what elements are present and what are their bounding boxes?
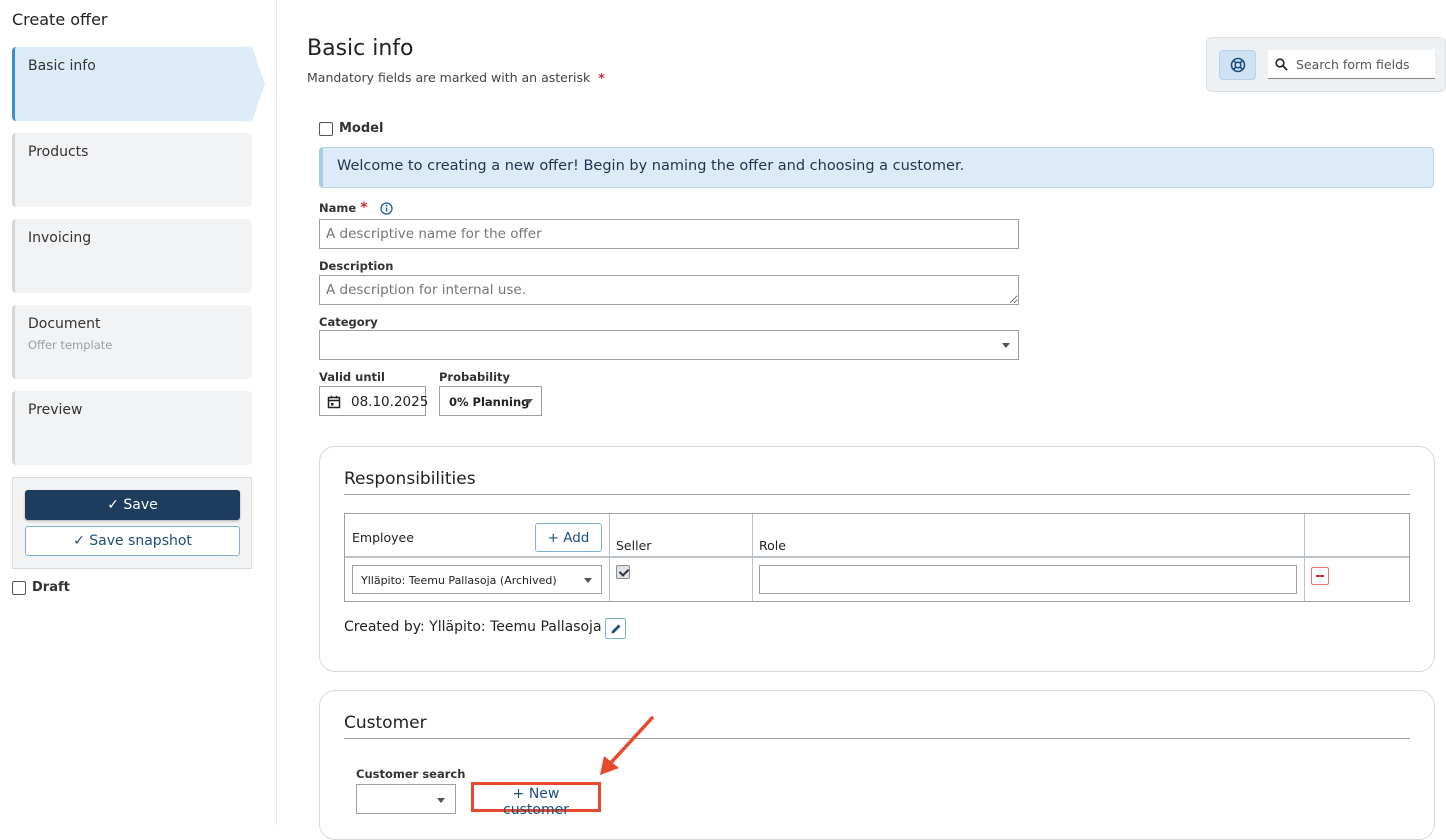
step-products[interactable]: Products [12, 133, 252, 207]
chevron-down-icon [584, 578, 592, 583]
page-heading: Create offer [12, 10, 108, 29]
pencil-icon [611, 624, 621, 634]
valid-until-value: 08.10.2025 [351, 394, 429, 410]
valid-until-field[interactable]: 08.10.2025 [319, 386, 429, 416]
step-document[interactable]: Document Offer template [12, 305, 252, 379]
step-label: Preview [28, 402, 83, 418]
lifebuoy-icon [1230, 57, 1246, 73]
step-label: Basic info [28, 58, 96, 74]
chevron-down-icon [525, 399, 533, 404]
draft-checkbox[interactable] [12, 580, 26, 595]
model-toggle[interactable]: Model [319, 121, 383, 136]
save-snapshot-button[interactable]: ✓ Save snapshot [25, 526, 240, 556]
chevron-down-icon [437, 798, 445, 803]
role-input[interactable] [759, 565, 1297, 594]
customer-card: Customer Customer search + New customer [319, 690, 1435, 840]
annotation-arrow-icon [600, 716, 654, 775]
step-label: Invoicing [28, 230, 92, 246]
step-basic-info[interactable]: Basic info [12, 47, 265, 121]
mandatory-text: Mandatory fields are marked with an aste… [307, 70, 591, 85]
valid-until-label: Valid until [319, 370, 385, 384]
description-label: Description [319, 259, 394, 273]
new-customer-button[interactable]: + New customer [471, 782, 601, 818]
save-panel: ✓ Save ✓ Save snapshot [12, 477, 252, 569]
save-button[interactable]: ✓ Save [25, 490, 240, 520]
name-field[interactable] [319, 219, 1019, 249]
search-input[interactable] [1294, 54, 1429, 74]
employee-select[interactable]: Ylläpito: Teemu Pallasoja (Archived) [352, 565, 602, 594]
probability-label: Probability [439, 370, 511, 384]
step-invoicing[interactable]: Invoicing [12, 219, 252, 293]
save-label: Save [123, 497, 158, 513]
step-label: Products [28, 144, 89, 160]
page-title: Basic info [307, 36, 414, 61]
mandatory-note: Mandatory fields are marked with an aste… [307, 70, 605, 85]
search-form-fields[interactable] [1268, 50, 1435, 79]
remove-row-button[interactable] [1311, 567, 1329, 585]
name-label: Name [319, 201, 357, 215]
draft-label: Draft [32, 580, 70, 595]
customer-search-label: Customer search [356, 767, 466, 781]
required-asterisk: * [598, 70, 605, 85]
column-header-seller: Seller [616, 538, 652, 553]
employee-value: Ylläpito: Teemu Pallasoja (Archived) [361, 574, 557, 587]
responsibilities-card: Responsibilities Employee + Add Seller R… [319, 446, 1435, 672]
calendar-icon [327, 395, 341, 409]
help-button[interactable] [1219, 50, 1256, 80]
probability-select[interactable]: 0% Planning [439, 386, 542, 416]
customer-search-select[interactable] [356, 784, 456, 814]
customer-title: Customer [344, 713, 427, 733]
description-field[interactable] [319, 275, 1019, 305]
model-checkbox[interactable] [319, 121, 333, 136]
chevron-down-icon [1002, 343, 1010, 348]
step-sublabel: Offer template [28, 338, 113, 352]
probability-value: 0% Planning [449, 395, 530, 409]
checkmark-icon: ✓ [107, 497, 119, 513]
info-icon[interactable] [379, 202, 393, 215]
created-by-text: Created by: Ylläpito: Teemu Pallasoja [344, 619, 602, 635]
name-label-row: Name * [319, 200, 393, 216]
responsibilities-table: Employee + Add Seller Role Ylläpito: Tee… [344, 513, 1410, 602]
category-label: Category [319, 315, 378, 329]
header-divider [345, 556, 1409, 558]
step-preview[interactable]: Preview [12, 391, 252, 465]
seller-checkbox[interactable] [616, 565, 630, 579]
required-asterisk: * [360, 200, 368, 216]
responsibilities-title: Responsibilities [344, 469, 476, 489]
step-label: Document [28, 316, 101, 332]
checkmark-icon: ✓ [73, 533, 85, 549]
edit-creator-button[interactable] [605, 618, 626, 639]
divider [344, 494, 1410, 495]
sidebar: Create offer Basic info Products Invoici… [0, 0, 277, 825]
add-employee-button[interactable]: + Add [535, 523, 602, 552]
draft-toggle[interactable]: Draft [12, 580, 70, 595]
welcome-banner: Welcome to creating a new offer! Begin b… [319, 147, 1434, 188]
model-label: Model [339, 121, 384, 136]
search-icon [1275, 58, 1288, 71]
category-select[interactable] [319, 330, 1019, 360]
form-search-panel [1206, 37, 1446, 92]
divider [344, 738, 1410, 739]
save-snapshot-label: Save snapshot [89, 533, 192, 549]
column-header-employee: Employee [352, 530, 414, 545]
column-header-role: Role [759, 538, 786, 553]
